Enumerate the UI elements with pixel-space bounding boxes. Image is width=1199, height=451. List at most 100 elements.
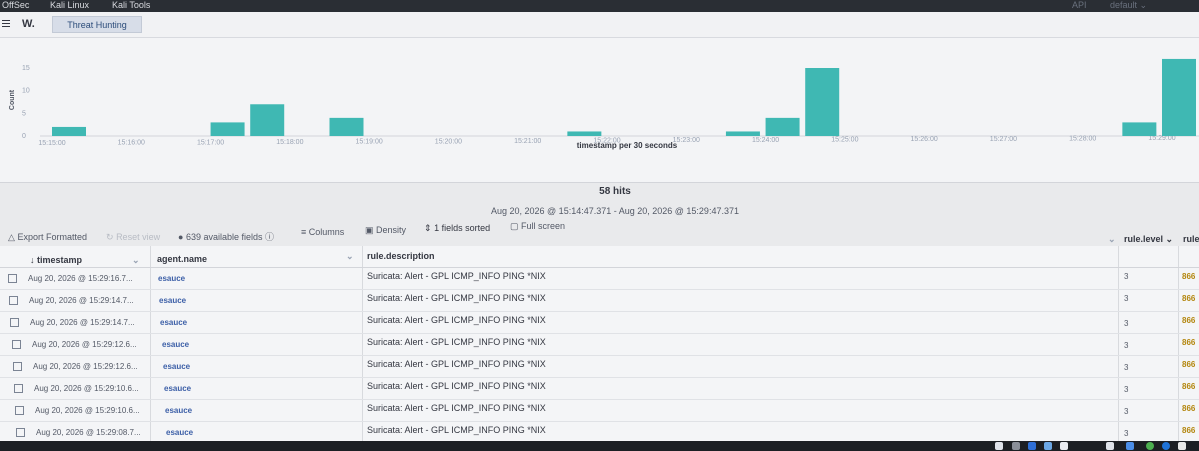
bookmark-kali-linux[interactable]: Kali Linux xyxy=(50,0,89,10)
sort-down-icon: ↓ xyxy=(30,255,35,265)
histogram-bar[interactable] xyxy=(210,122,245,136)
app-logo[interactable]: W. xyxy=(22,18,35,30)
browser-icon[interactable] xyxy=(1044,442,1052,450)
histogram-bar[interactable] xyxy=(765,117,800,136)
cell-rule-id: 866 xyxy=(1182,382,1196,391)
x-tick-label: 15:18:00 xyxy=(276,139,303,146)
reset-view-button[interactable]: ↻ Reset view xyxy=(106,232,160,243)
x-tick-label: 15:17:00 xyxy=(197,139,224,146)
app-launcher-icon[interactable] xyxy=(995,442,1003,450)
reset-label: Reset view xyxy=(116,232,161,242)
cell-rule-level: 3 xyxy=(1124,363,1129,372)
histogram-bar[interactable] xyxy=(1122,122,1157,136)
cell-agent-name[interactable]: esauce xyxy=(159,296,186,305)
table-row[interactable]: Aug 20, 2026 @ 15:29:10.6... esauce Surica… xyxy=(0,378,1199,400)
menu-icon[interactable] xyxy=(2,20,10,28)
network-icon[interactable] xyxy=(1126,442,1134,450)
histogram-bar[interactable] xyxy=(725,131,760,136)
cell-rule-description: Suricata: Alert - GPL ICMP_INFO PING *NI… xyxy=(367,359,546,369)
table-row[interactable]: Aug 20, 2026 @ 15:29:12.6... esauce Surica… xyxy=(0,334,1199,356)
bookmark-offsec[interactable]: OffSec xyxy=(2,0,29,10)
expand-row-icon[interactable] xyxy=(15,406,24,415)
files-icon[interactable] xyxy=(1028,442,1036,450)
column-header-timestamp[interactable]: ↓ timestamp xyxy=(30,255,82,265)
reset-icon: ↻ xyxy=(106,232,114,242)
cell-agent-name[interactable]: esauce xyxy=(162,340,189,349)
space-select[interactable]: default ⌄ xyxy=(1110,0,1147,11)
density-button[interactable]: ▣ Density xyxy=(365,225,406,236)
table-row[interactable]: Aug 20, 2026 @ 15:29:14.7... esauce Surica… xyxy=(0,312,1199,334)
hits-count: 58 hits xyxy=(599,186,631,197)
cell-agent-name[interactable]: esauce xyxy=(160,318,187,327)
density-label: Density xyxy=(376,225,407,235)
chrome-icon[interactable] xyxy=(1146,442,1154,450)
table-row[interactable]: Aug 20, 2026 @ 15:29:14.7... esauce Surica… xyxy=(0,290,1199,312)
fields-icon: ● xyxy=(178,232,184,242)
y-tick-label: 15 xyxy=(22,65,30,72)
x-tick-label: 15:16:00 xyxy=(118,140,145,147)
histogram-bar[interactable] xyxy=(1162,58,1196,136)
cell-agent-name[interactable]: esauce xyxy=(166,428,193,437)
table-toolbar: △ Export Formatted ↻ Reset view ● 639 av… xyxy=(0,221,1199,245)
density-icon: ▣ xyxy=(365,225,374,235)
column-menu-icon[interactable]: ⌄ xyxy=(346,251,354,262)
cell-agent-name[interactable]: esauce xyxy=(163,362,190,371)
x-tick-label: 15:27:00 xyxy=(990,136,1017,143)
column-header-rule-level[interactable]: rule.level ⌄ xyxy=(1124,234,1173,245)
chevron-down-icon: ⌄ xyxy=(1139,0,1148,10)
column-label-rule-level: rule.level xyxy=(1124,234,1164,244)
tab-threat-hunting[interactable]: Threat Hunting xyxy=(52,16,142,33)
cell-rule-id: 866 xyxy=(1182,294,1196,303)
column-menu-icon[interactable]: ⌄ xyxy=(132,255,140,266)
bookmark-kali-tools[interactable]: Kali Tools xyxy=(112,0,150,10)
table-row[interactable]: Aug 20, 2026 @ 15:29:10.6... esauce Surica… xyxy=(0,400,1199,422)
cell-agent-name[interactable]: esauce xyxy=(164,384,191,393)
histogram-bar[interactable] xyxy=(567,131,602,136)
system-tray-icon[interactable] xyxy=(1178,442,1186,450)
expand-row-icon[interactable] xyxy=(13,362,22,371)
histogram-bar[interactable] xyxy=(250,104,285,136)
expand-row-icon[interactable] xyxy=(8,274,17,283)
chevron-down-icon: ⌄ xyxy=(1165,234,1174,244)
cell-agent-name[interactable]: esauce xyxy=(158,274,185,283)
cell-rule-level: 3 xyxy=(1124,385,1129,394)
columns-button[interactable]: ≡ Columns xyxy=(301,227,344,237)
expand-row-icon[interactable] xyxy=(16,428,25,437)
expand-row-icon[interactable] xyxy=(9,296,18,305)
window-icon[interactable] xyxy=(1106,442,1114,450)
histogram-bar[interactable] xyxy=(805,68,840,136)
cell-timestamp: Aug 20, 2026 @ 15:29:14.7... xyxy=(30,318,135,327)
expand-row-icon[interactable] xyxy=(12,340,21,349)
column-menu-icon[interactable]: ⌄ xyxy=(1108,234,1116,245)
x-tick-label: 15:24:00 xyxy=(752,137,779,144)
cell-rule-level: 3 xyxy=(1124,319,1129,328)
sort-fields-button[interactable]: ⇕ 1 fields sorted xyxy=(424,223,490,234)
table-row[interactable]: Aug 20, 2026 @ 15:29:12.6... esauce Surica… xyxy=(0,356,1199,378)
cell-rule-level: 3 xyxy=(1124,429,1129,438)
cell-rule-description: Suricata: Alert - GPL ICMP_INFO PING *NI… xyxy=(367,271,546,281)
histogram-bar[interactable] xyxy=(329,117,364,136)
x-tick-label: 15:20:00 xyxy=(435,138,462,145)
expand-row-icon[interactable] xyxy=(10,318,19,327)
status-icon[interactable] xyxy=(1162,442,1170,450)
editor-icon[interactable] xyxy=(1060,442,1068,450)
terminal-icon[interactable] xyxy=(1012,442,1020,450)
full-screen-button[interactable]: ▢ Full screen xyxy=(510,221,565,232)
cell-agent-name[interactable]: esauce xyxy=(165,406,192,415)
available-fields-button[interactable]: ● 639 available fields ⓘ xyxy=(178,230,274,243)
table-row[interactable]: Aug 20, 2026 @ 15:29:16.7... esauce Surica… xyxy=(0,268,1199,290)
expand-row-icon[interactable] xyxy=(14,384,23,393)
cell-rule-level: 3 xyxy=(1124,272,1129,281)
cell-rule-id: 866 xyxy=(1182,272,1196,281)
x-axis-label: timestamp per 30 seconds xyxy=(577,141,678,150)
api-link[interactable]: API xyxy=(1072,0,1087,10)
cell-rule-id: 866 xyxy=(1182,426,1196,435)
export-label: Export Formatted xyxy=(17,232,87,242)
cell-rule-description: Suricata: Alert - GPL ICMP_INFO PING *NI… xyxy=(367,315,546,325)
column-header-rule-id[interactable]: rule.id xyxy=(1183,234,1199,244)
column-header-agent-name[interactable]: agent.name xyxy=(157,254,207,264)
export-formatted-button[interactable]: △ Export Formatted xyxy=(8,232,87,243)
column-header-rule-description[interactable]: rule.description xyxy=(367,251,435,261)
histogram-chart[interactable]: 0 5 10 15 Count 15:15:00 15:16:00 15:17:00 15:18… xyxy=(0,38,1199,183)
histogram-bar[interactable] xyxy=(52,126,86,136)
